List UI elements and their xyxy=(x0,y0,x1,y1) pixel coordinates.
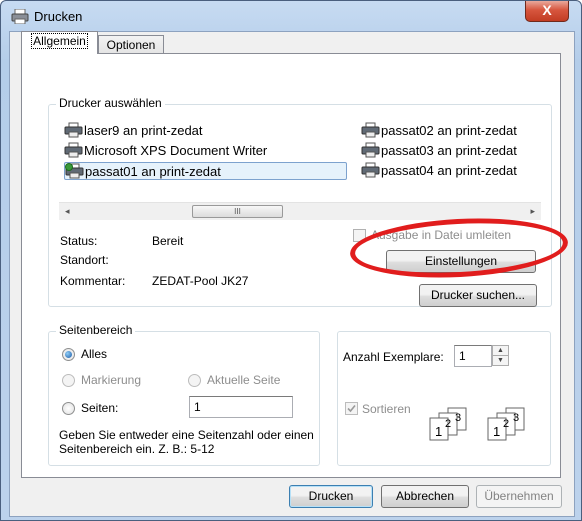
print-to-file-label: Ausgabe in Datei umleiten xyxy=(371,228,512,242)
cancel-button[interactable]: Abbrechen xyxy=(381,485,469,508)
printer-label: Microsoft XPS Document Writer xyxy=(84,143,268,158)
range-pages-radio[interactable] xyxy=(62,402,75,415)
comment-label: Kommentar: xyxy=(60,274,126,288)
printer-label: passat02 an print-zedat xyxy=(381,123,517,138)
printer-icon xyxy=(361,142,380,158)
range-selection-label: Markierung xyxy=(81,373,142,387)
find-printer-button[interactable]: Drucker suchen... xyxy=(419,284,537,307)
collate-page-number: 2 xyxy=(445,418,451,430)
collate-checkbox[interactable] xyxy=(345,402,358,415)
printer-item-passat02[interactable]: passat02 an print-zedat xyxy=(361,122,517,140)
spin-up-icon[interactable]: ▲ xyxy=(493,346,508,356)
collate-pages-icon-1: 1 2 3 xyxy=(429,407,467,441)
tab-optionen[interactable]: Optionen xyxy=(98,35,164,55)
scroll-thumb[interactable]: III xyxy=(192,205,283,218)
tab-allgemein[interactable]: Allgemein xyxy=(21,31,98,54)
status-label: Status: xyxy=(60,234,98,248)
print-button[interactable]: Drucken xyxy=(289,485,373,508)
printer-list-scrollbar[interactable]: ◂ III ▸ xyxy=(59,202,541,220)
printer-group-title: Drucker auswählen xyxy=(56,96,165,110)
settings-button[interactable]: Einstellungen xyxy=(386,250,536,273)
collate-page-number: 3 xyxy=(455,412,461,424)
collate-page-number: 3 xyxy=(513,412,519,424)
copies-label: Anzahl Exemplare: xyxy=(343,350,444,364)
tab-optionen-label: Optionen xyxy=(106,38,156,52)
apply-button[interactable]: Übernehmen xyxy=(476,485,562,508)
printer-label: passat04 an print-zedat xyxy=(381,163,517,178)
window-title: Drucken xyxy=(34,9,83,24)
printer-icon xyxy=(64,142,83,158)
location-label: Standort: xyxy=(60,253,109,267)
range-pages-label: Seiten: xyxy=(81,401,119,415)
close-button[interactable]: X xyxy=(525,1,569,22)
page-range-hint: Geben Sie entweder eine Seitenzahl oder … xyxy=(59,428,314,456)
range-all-radio[interactable] xyxy=(62,348,75,361)
range-selection-radio[interactable] xyxy=(62,374,75,387)
collate-page-number: 1 xyxy=(493,424,500,439)
range-current-page-radio[interactable] xyxy=(188,374,201,387)
collate-label: Sortieren xyxy=(362,402,411,416)
copies-input[interactable]: 1 xyxy=(454,345,492,367)
printer-item-passat04[interactable]: passat04 an print-zedat xyxy=(361,162,517,180)
collate-page-number: 2 xyxy=(503,418,509,430)
print-to-file-checkbox[interactable] xyxy=(353,229,366,242)
printer-icon xyxy=(64,122,83,138)
printer-item-passat03[interactable]: passat03 an print-zedat xyxy=(361,142,517,160)
comment-value: ZEDAT-Pool JK27 xyxy=(152,274,249,288)
printer-icon xyxy=(361,122,380,138)
printer-icon xyxy=(361,162,380,178)
collate-page-number: 1 xyxy=(435,424,442,439)
range-current-page-label: Aktuelle Seite xyxy=(207,373,281,387)
printer-label: passat01 an print-zedat xyxy=(85,164,221,179)
collate-pages-icon-2: 1 2 3 xyxy=(487,407,525,441)
printer-item-laser9[interactable]: laser9 an print-zedat xyxy=(64,122,203,140)
scroll-left-arrow[interactable]: ◂ xyxy=(65,206,70,217)
printer-label: passat03 an print-zedat xyxy=(381,143,517,158)
status-value: Bereit xyxy=(152,234,184,248)
printer-icon xyxy=(11,9,29,24)
printer-item-xps[interactable]: Microsoft XPS Document Writer xyxy=(64,142,267,160)
page-range-title: Seitenbereich xyxy=(56,323,136,337)
scroll-right-arrow[interactable]: ▸ xyxy=(530,206,535,217)
copies-spinner[interactable]: ▲ ▼ xyxy=(492,345,509,366)
default-printer-icon xyxy=(65,163,84,179)
pages-input[interactable]: 1 xyxy=(189,396,293,418)
printer-label: laser9 an print-zedat xyxy=(84,123,203,138)
spin-down-icon[interactable]: ▼ xyxy=(493,356,508,365)
tab-allgemein-label: Allgemein xyxy=(31,33,88,49)
checkmark-icon xyxy=(347,404,356,413)
range-all-label: Alles xyxy=(81,347,108,361)
title-bar[interactable]: Drucken X xyxy=(1,1,581,31)
printer-item-passat01[interactable]: passat01 an print-zedat xyxy=(64,162,347,180)
